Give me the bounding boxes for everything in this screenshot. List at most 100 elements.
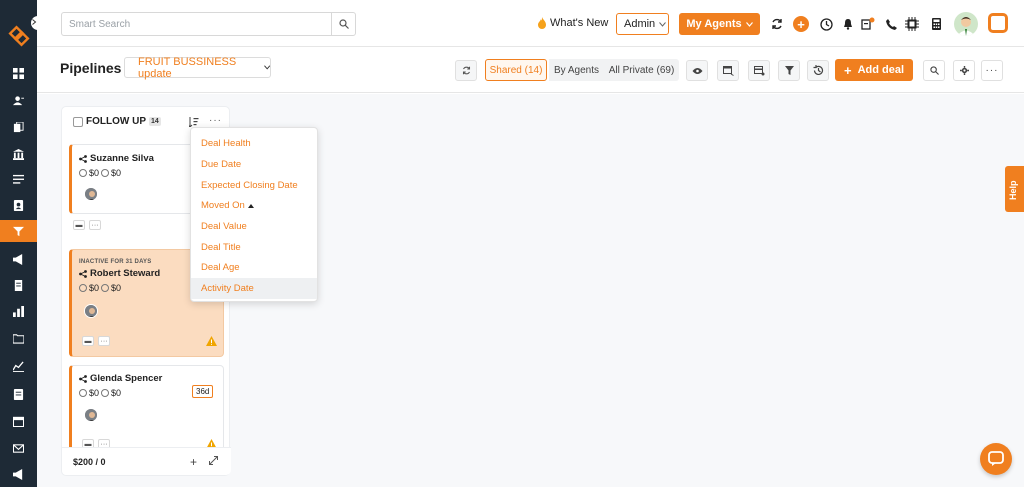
- role-select[interactable]: Admin: [616, 13, 669, 35]
- card-config-icon: [753, 65, 764, 75]
- sidebar-item-invoices[interactable]: [0, 383, 37, 405]
- sidebar-item-contacts[interactable]: [0, 89, 37, 111]
- sort-option-activity-date[interactable]: Activity Date: [191, 278, 317, 299]
- notifications-button[interactable]: [838, 14, 858, 34]
- more-horizontal-icon[interactable]: ···: [98, 336, 110, 346]
- filter-shared-tab[interactable]: Shared (14): [485, 59, 547, 81]
- message-icon[interactable]: ▬: [73, 220, 85, 230]
- person-avatar-icon: [85, 188, 97, 200]
- warning-icon: [206, 336, 217, 346]
- add-deal-button[interactable]: + Add deal: [835, 59, 913, 81]
- filter-all-private-tab[interactable]: All Private (69): [604, 59, 679, 81]
- sort-option-deal-health[interactable]: Deal Health: [191, 133, 317, 154]
- sidebar-item-calendar[interactable]: [0, 410, 37, 432]
- deal-owner-avatar[interactable]: [84, 408, 98, 422]
- fire-icon: [538, 17, 546, 29]
- help-tab[interactable]: Help: [1005, 166, 1024, 212]
- sidebar-item-contact-card[interactable]: [0, 194, 37, 216]
- pipeline-settings-button[interactable]: [953, 60, 975, 81]
- help-label: Help: [1008, 180, 1018, 200]
- whats-new-link[interactable]: What's New: [537, 17, 608, 29]
- stage-total: $200 / 0: [73, 457, 106, 467]
- pipeline-select[interactable]: FRUIT BUSSINESS update: [124, 56, 271, 80]
- history-button[interactable]: [816, 14, 836, 34]
- tasks-button[interactable]: [858, 14, 878, 34]
- phone-button[interactable]: [881, 14, 901, 34]
- deal-amounts: $0 $0: [79, 168, 121, 178]
- inactive-label: INACTIVE FOR 31 DAYS: [79, 259, 152, 265]
- invoice-icon: [13, 388, 24, 400]
- select-all-checkbox[interactable]: [73, 117, 83, 127]
- search-button[interactable]: [331, 13, 355, 35]
- history-icon: [813, 65, 823, 75]
- deal-contact[interactable]: Suzanne Silva: [79, 153, 154, 164]
- sort-option-expected-closing-date[interactable]: Expected Closing Date: [191, 175, 317, 196]
- person-avatar-icon: [85, 305, 97, 317]
- calculator-button[interactable]: [926, 14, 946, 34]
- sort-option-deal-value[interactable]: Deal Value: [191, 216, 317, 237]
- history-filter-button[interactable]: [807, 60, 829, 81]
- deal-value-secondary: $0: [111, 168, 122, 178]
- coin-icon: [101, 284, 110, 292]
- add-deal-to-stage-icon[interactable]: +: [190, 455, 197, 469]
- sort-option-moved-on[interactable]: Moved On: [191, 195, 317, 216]
- chevron-down-icon: [263, 65, 270, 70]
- sort-option-deal-title[interactable]: Deal Title: [191, 237, 317, 258]
- sidebar-item-documents[interactable]: [0, 116, 37, 138]
- sidebar-item-analytics[interactable]: [0, 355, 37, 377]
- task-icon: [861, 17, 875, 30]
- sort-icon[interactable]: [189, 117, 199, 127]
- sidebar-item-campaigns[interactable]: [0, 248, 37, 270]
- sort-option-deal-age[interactable]: Deal Age: [191, 257, 317, 278]
- view-toggle-button[interactable]: [686, 60, 708, 81]
- quick-add-button[interactable]: +: [791, 14, 811, 34]
- sidebar-item-document[interactable]: [0, 274, 37, 296]
- deal-owner-avatar[interactable]: [84, 187, 98, 201]
- dashboard-icon: [13, 67, 24, 79]
- sidebar-item-pipelines[interactable]: [0, 220, 37, 242]
- more-options-button[interactable]: ···: [981, 60, 1003, 81]
- refresh-icon: [772, 18, 782, 30]
- sidebar-item-mail[interactable]: [0, 437, 37, 459]
- deal-age-badge: 36d: [192, 385, 214, 398]
- deal-contact[interactable]: Robert Steward: [79, 268, 160, 279]
- smart-search[interactable]: Smart Search: [61, 12, 356, 36]
- search-icon: [929, 66, 939, 75]
- chat-button[interactable]: [980, 443, 1012, 475]
- search-deals-button[interactable]: [923, 60, 945, 81]
- sidebar-item-folders[interactable]: [0, 327, 37, 349]
- more-horizontal-icon[interactable]: ···: [89, 220, 101, 230]
- sidebar-item-dashboard[interactable]: [0, 62, 37, 84]
- board-layout-button[interactable]: [717, 60, 739, 81]
- my-agents-button[interactable]: My Agents: [679, 13, 760, 35]
- app-logo-icon[interactable]: [7, 24, 31, 48]
- sidebar-item-list[interactable]: [0, 168, 37, 190]
- sort-option-due-date[interactable]: Due Date: [191, 154, 317, 175]
- deal-owner-avatar[interactable]: [84, 304, 98, 318]
- filter-by-agents-tab[interactable]: By Agents: [549, 59, 604, 81]
- documents-icon: [13, 121, 24, 132]
- stage-more-icon[interactable]: ···: [209, 115, 222, 126]
- sidebar-item-broadcast[interactable]: [0, 463, 37, 485]
- sidebar-item-bank[interactable]: [0, 143, 37, 165]
- user-avatar[interactable]: [954, 12, 978, 36]
- coin-icon: [101, 389, 110, 397]
- sidebar-item-reports[interactable]: [0, 300, 37, 322]
- folder-icon: [13, 333, 24, 344]
- card-settings-button[interactable]: [748, 60, 770, 81]
- brand-logo-icon[interactable]: [988, 13, 1008, 33]
- sync-button[interactable]: [767, 14, 787, 34]
- filter-button[interactable]: [778, 60, 800, 81]
- deal-contact[interactable]: Glenda Spencer: [79, 373, 162, 384]
- expand-icon[interactable]: [209, 456, 218, 465]
- deal-contact-name: Glenda Spencer: [90, 373, 163, 384]
- sort-option-moved-on-label: Moved On: [201, 200, 245, 211]
- chevron-down-icon: [659, 21, 667, 27]
- refresh-pipeline-button[interactable]: [455, 60, 477, 81]
- chip-button[interactable]: [902, 14, 922, 34]
- search-input[interactable]: Smart Search: [62, 19, 331, 30]
- eye-icon: [692, 67, 702, 74]
- message-icon[interactable]: ▬: [82, 336, 94, 346]
- deal-card[interactable]: Glenda Spencer $0 $0 36d ▬ ···: [69, 365, 224, 449]
- coin-icon: [79, 169, 87, 177]
